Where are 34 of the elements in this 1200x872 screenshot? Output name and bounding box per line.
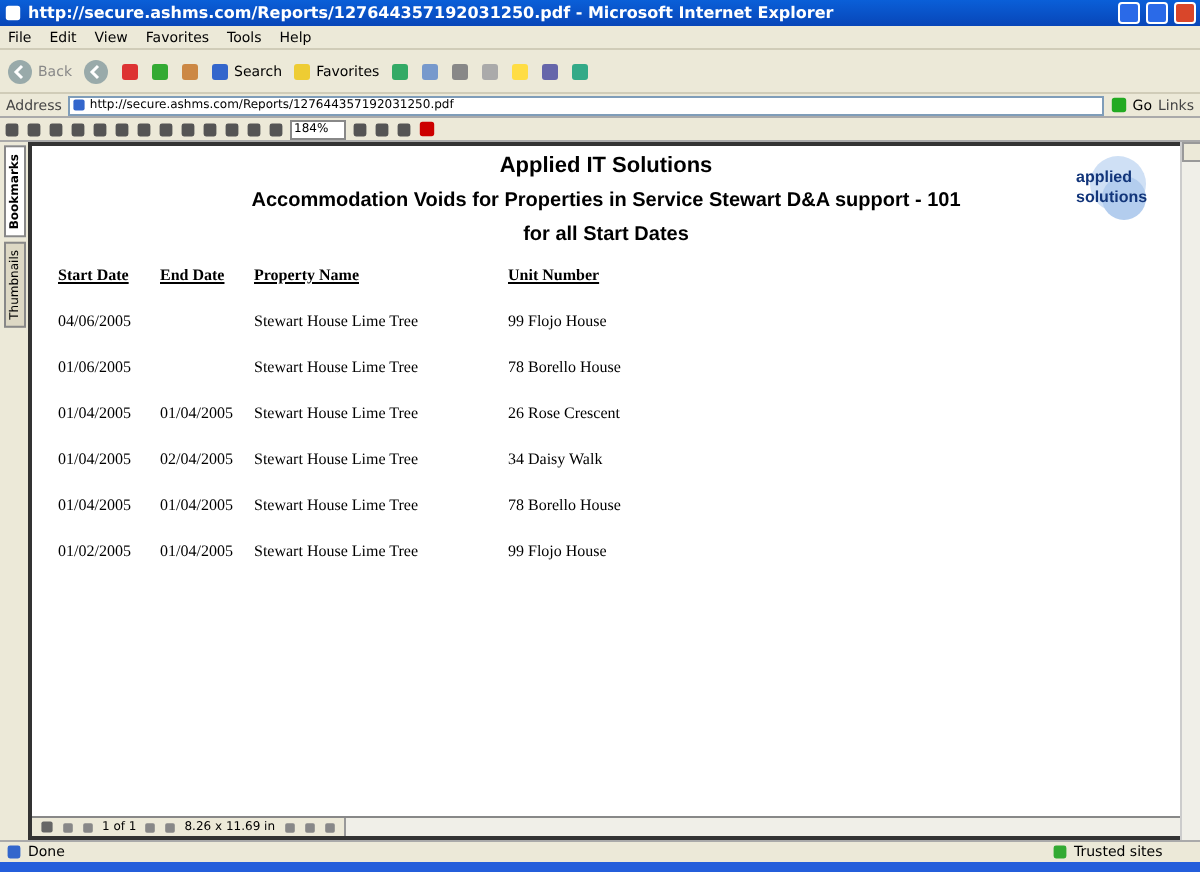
column-header: Unit Number [508, 266, 602, 284]
column-header: Property Name [254, 266, 361, 284]
table-cell-text: 34 Daisy Walk [508, 450, 605, 468]
report-title: Accommodation Voids for Properties in Service Stewart D&A support - 101 [251, 190, 961, 212]
table-cell-text: 99 Flojo House [508, 312, 609, 330]
column-header: End Date [160, 266, 227, 284]
logo: applied solutions [1076, 154, 1152, 224]
table-cell-text: Stewart House Lime Tree [254, 404, 420, 422]
table-cell-text: 01/04/2005 [160, 496, 235, 514]
horizontal-scrollbar[interactable] [343, 818, 1180, 836]
table-cell-text: 01/04/2005 [58, 496, 133, 514]
table-cell-text: 01/02/2005 [58, 542, 133, 560]
table-cell-text: Stewart House Lime Tree [254, 312, 420, 330]
table-cell-text: Stewart House Lime Tree [254, 542, 420, 560]
table-cell-text: 01/04/2005 [58, 450, 133, 468]
table-cell-text: 01/04/2005 [58, 404, 133, 422]
table-cell-text: 99 Flojo House [508, 542, 609, 560]
table-cell-text: 78 Borello House [508, 496, 623, 514]
table-cell-text: 78 Borello House [508, 358, 623, 376]
window-title: http://secure.ashms.com/Reports/127644357192031250.pdf - Microsoft Internet Explorer [28, 4, 836, 22]
table-cell-text: 01/04/2005 [160, 542, 235, 560]
table-cell-text: Stewart House Lime Tree [254, 450, 420, 468]
table-cell-text: 01/04/2005 [160, 404, 235, 422]
table-cell-text: 04/06/2005 [58, 312, 133, 330]
report-company: Applied IT Solutions [499, 154, 713, 178]
column-header: Start Date [58, 266, 131, 284]
table-cell-text: 02/04/2005 [160, 450, 235, 468]
table-cell-text: Stewart House Lime Tree [254, 496, 420, 514]
vertical-scrollbar[interactable] [1180, 142, 1200, 840]
table-cell-text: Stewart House Lime Tree [254, 358, 420, 376]
back-icon[interactable] [6, 57, 34, 85]
table-cell-text: 01/06/2005 [58, 358, 133, 376]
report-subtitle: for all Start Dates [523, 224, 689, 246]
table-cell-text: 26 Rose Crescent [508, 404, 622, 422]
